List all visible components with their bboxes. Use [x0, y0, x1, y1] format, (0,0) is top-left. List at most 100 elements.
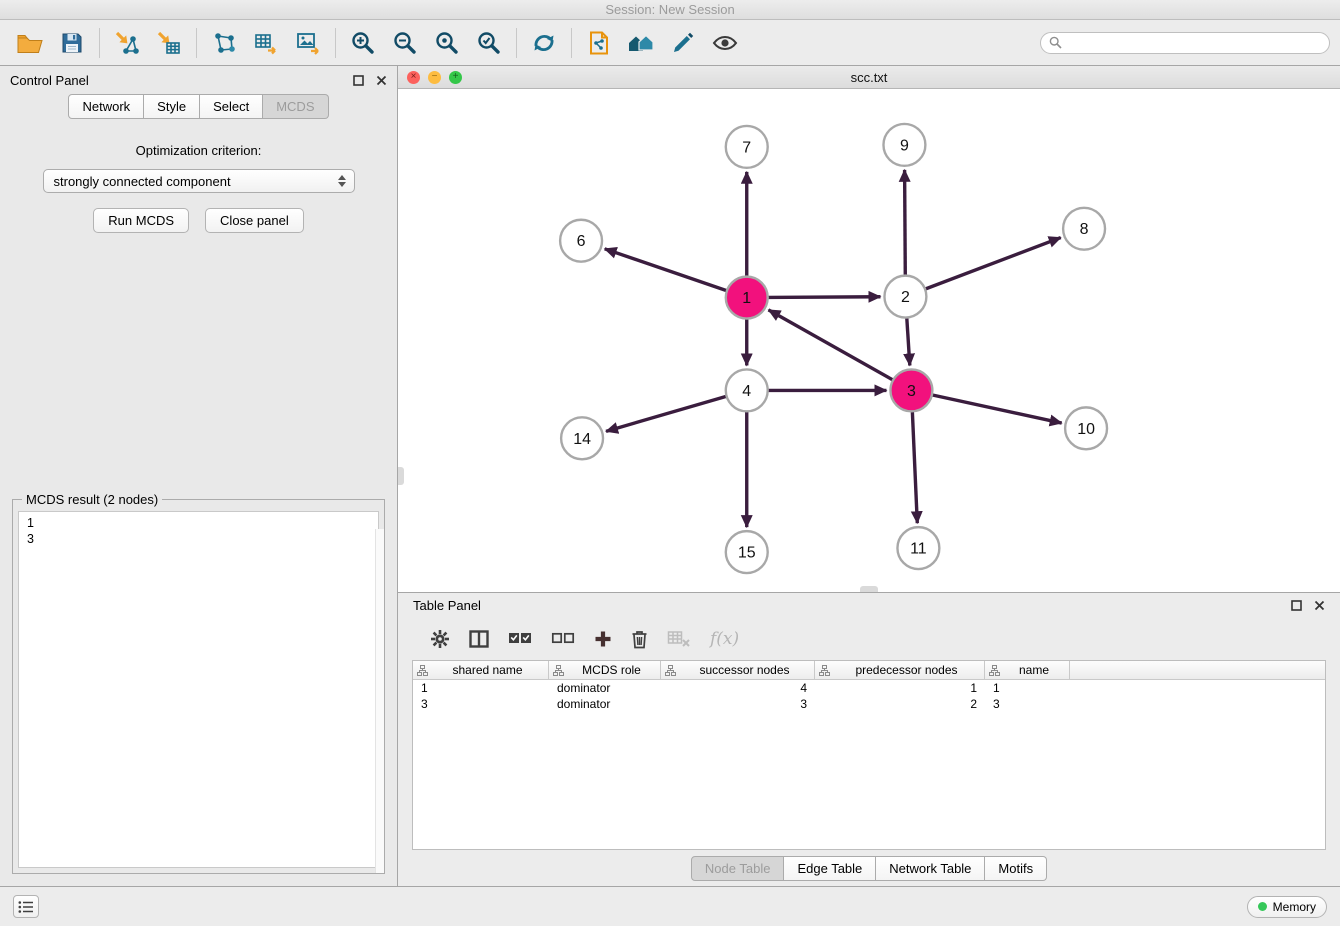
- table-tab-edge-table[interactable]: Edge Table: [784, 856, 876, 881]
- delete-table-button[interactable]: [667, 630, 691, 648]
- window-title-bar: Session: New Session: [0, 0, 1340, 20]
- close-panel-action-button[interactable]: Close panel: [205, 208, 304, 233]
- splitter-handle[interactable]: [860, 586, 878, 592]
- home-button[interactable]: [621, 25, 661, 61]
- delete-table-icon: [667, 630, 691, 648]
- column-header-predecessor-nodes[interactable]: predecessor nodes: [815, 661, 985, 679]
- graph-node[interactable]: 6: [560, 220, 602, 262]
- graph-edge[interactable]: [605, 249, 727, 291]
- column-header-name[interactable]: name: [985, 661, 1070, 679]
- graph-edge[interactable]: [932, 395, 1062, 423]
- deselect-all-button[interactable]: [551, 631, 575, 647]
- mcds-result-item[interactable]: 3: [19, 531, 378, 547]
- toolbar-separator: [99, 28, 100, 58]
- image-export-icon: [295, 30, 321, 56]
- graph-node[interactable]: 2: [884, 276, 926, 318]
- apply-layout-button[interactable]: [524, 25, 564, 61]
- graph-edge[interactable]: [905, 170, 906, 276]
- graph-node[interactable]: 8: [1063, 208, 1105, 250]
- table-settings-button[interactable]: [430, 629, 450, 649]
- zoom-selected-button[interactable]: [469, 25, 509, 61]
- graph-edge[interactable]: [768, 310, 893, 380]
- column-sort-icon: [665, 665, 676, 676]
- graph-edge[interactable]: [606, 396, 727, 431]
- column-header-shared-name[interactable]: shared name: [413, 661, 549, 679]
- splitter-handle[interactable]: [398, 467, 404, 485]
- graph-node-label: 7: [742, 139, 751, 156]
- search-box[interactable]: [1040, 32, 1330, 54]
- result-scrollbar[interactable]: [375, 529, 384, 873]
- criterion-dropdown[interactable]: strongly connected component: [43, 169, 355, 193]
- close-window-button[interactable]: ×: [407, 71, 420, 84]
- close-panel-button[interactable]: [376, 75, 387, 86]
- close-table-panel-button[interactable]: [1314, 600, 1325, 611]
- graph-edge[interactable]: [925, 238, 1061, 290]
- graph-node[interactable]: 4: [726, 369, 768, 411]
- show-graphics-details-button[interactable]: [705, 25, 745, 61]
- table-panel-title: Table Panel: [413, 598, 481, 613]
- column-label: name: [1003, 663, 1065, 677]
- control-tab-select[interactable]: Select: [200, 94, 263, 119]
- gear-icon: [430, 629, 450, 649]
- function-builder-button[interactable]: f(x): [710, 629, 739, 649]
- graph-edge[interactable]: [912, 411, 917, 523]
- column-header-mcds-role[interactable]: MCDS role: [549, 661, 661, 679]
- search-input[interactable]: [1067, 36, 1321, 50]
- network-canvas[interactable]: 7 9 6 8 1 2 4 3 14 10 15 11: [398, 89, 1340, 592]
- network-document-button[interactable]: [579, 25, 619, 61]
- graph-node[interactable]: 14: [561, 417, 603, 459]
- graph-node[interactable]: 1: [726, 277, 768, 319]
- minimize-window-button[interactable]: −: [428, 71, 441, 84]
- column-label: shared name: [431, 663, 544, 677]
- table-cell: 1: [985, 681, 1070, 695]
- table-cell: dominator: [549, 681, 661, 695]
- column-visibility-button[interactable]: [469, 630, 489, 648]
- export-image-button[interactable]: [288, 25, 328, 61]
- table-cell: 1: [815, 681, 985, 695]
- table-tab-motifs[interactable]: Motifs: [985, 856, 1047, 881]
- new-network-button[interactable]: [204, 25, 244, 61]
- style-brush-button[interactable]: [663, 25, 703, 61]
- control-tab-mcds[interactable]: MCDS: [263, 94, 328, 119]
- graph-node[interactable]: 15: [726, 531, 768, 573]
- zoom-in-button[interactable]: [343, 25, 383, 61]
- zoom-out-button[interactable]: [385, 25, 425, 61]
- create-column-button[interactable]: [594, 630, 612, 648]
- graph-node[interactable]: 11: [897, 527, 939, 569]
- table-row[interactable]: 1dominator411: [413, 680, 1325, 696]
- graph-node-label: 2: [901, 289, 910, 306]
- dropdown-arrows-icon: [338, 175, 346, 187]
- graph-node[interactable]: 7: [726, 126, 768, 168]
- brush-icon: [670, 30, 696, 56]
- column-sort-icon: [819, 665, 830, 676]
- save-session-button[interactable]: [52, 25, 92, 61]
- open-session-button[interactable]: [10, 25, 50, 61]
- maximize-window-button[interactable]: +: [449, 71, 462, 84]
- graph-node[interactable]: 9: [883, 124, 925, 166]
- plus-icon: [594, 630, 612, 648]
- select-all-button[interactable]: [508, 631, 532, 647]
- graph-edge[interactable]: [768, 297, 881, 298]
- graph-node[interactable]: 10: [1065, 407, 1107, 449]
- graph-edge[interactable]: [907, 318, 910, 366]
- zoom-fit-button[interactable]: [427, 25, 467, 61]
- graph-node[interactable]: 3: [890, 369, 932, 411]
- graph-node-label: 8: [1080, 221, 1089, 238]
- control-tab-style[interactable]: Style: [144, 94, 200, 119]
- mcds-result-item[interactable]: 1: [19, 515, 378, 531]
- delete-column-button[interactable]: [631, 629, 648, 649]
- memory-button[interactable]: Memory: [1247, 896, 1327, 918]
- show-panels-button[interactable]: [13, 895, 39, 918]
- import-network-file-button[interactable]: [107, 25, 147, 61]
- float-table-panel-button[interactable]: [1291, 600, 1302, 611]
- import-table-file-button[interactable]: [149, 25, 189, 61]
- run-mcds-button[interactable]: Run MCDS: [93, 208, 189, 233]
- table-tab-node-table[interactable]: Node Table: [691, 856, 785, 881]
- control-tab-network[interactable]: Network: [68, 94, 144, 119]
- export-table-button[interactable]: [246, 25, 286, 61]
- network-graph[interactable]: 7 9 6 8 1 2 4 3 14 10 15 11: [398, 89, 1340, 592]
- float-panel-button[interactable]: [353, 75, 364, 86]
- table-row[interactable]: 3dominator323: [413, 696, 1325, 712]
- table-tab-network-table[interactable]: Network Table: [876, 856, 985, 881]
- column-header-successor-nodes[interactable]: successor nodes: [661, 661, 815, 679]
